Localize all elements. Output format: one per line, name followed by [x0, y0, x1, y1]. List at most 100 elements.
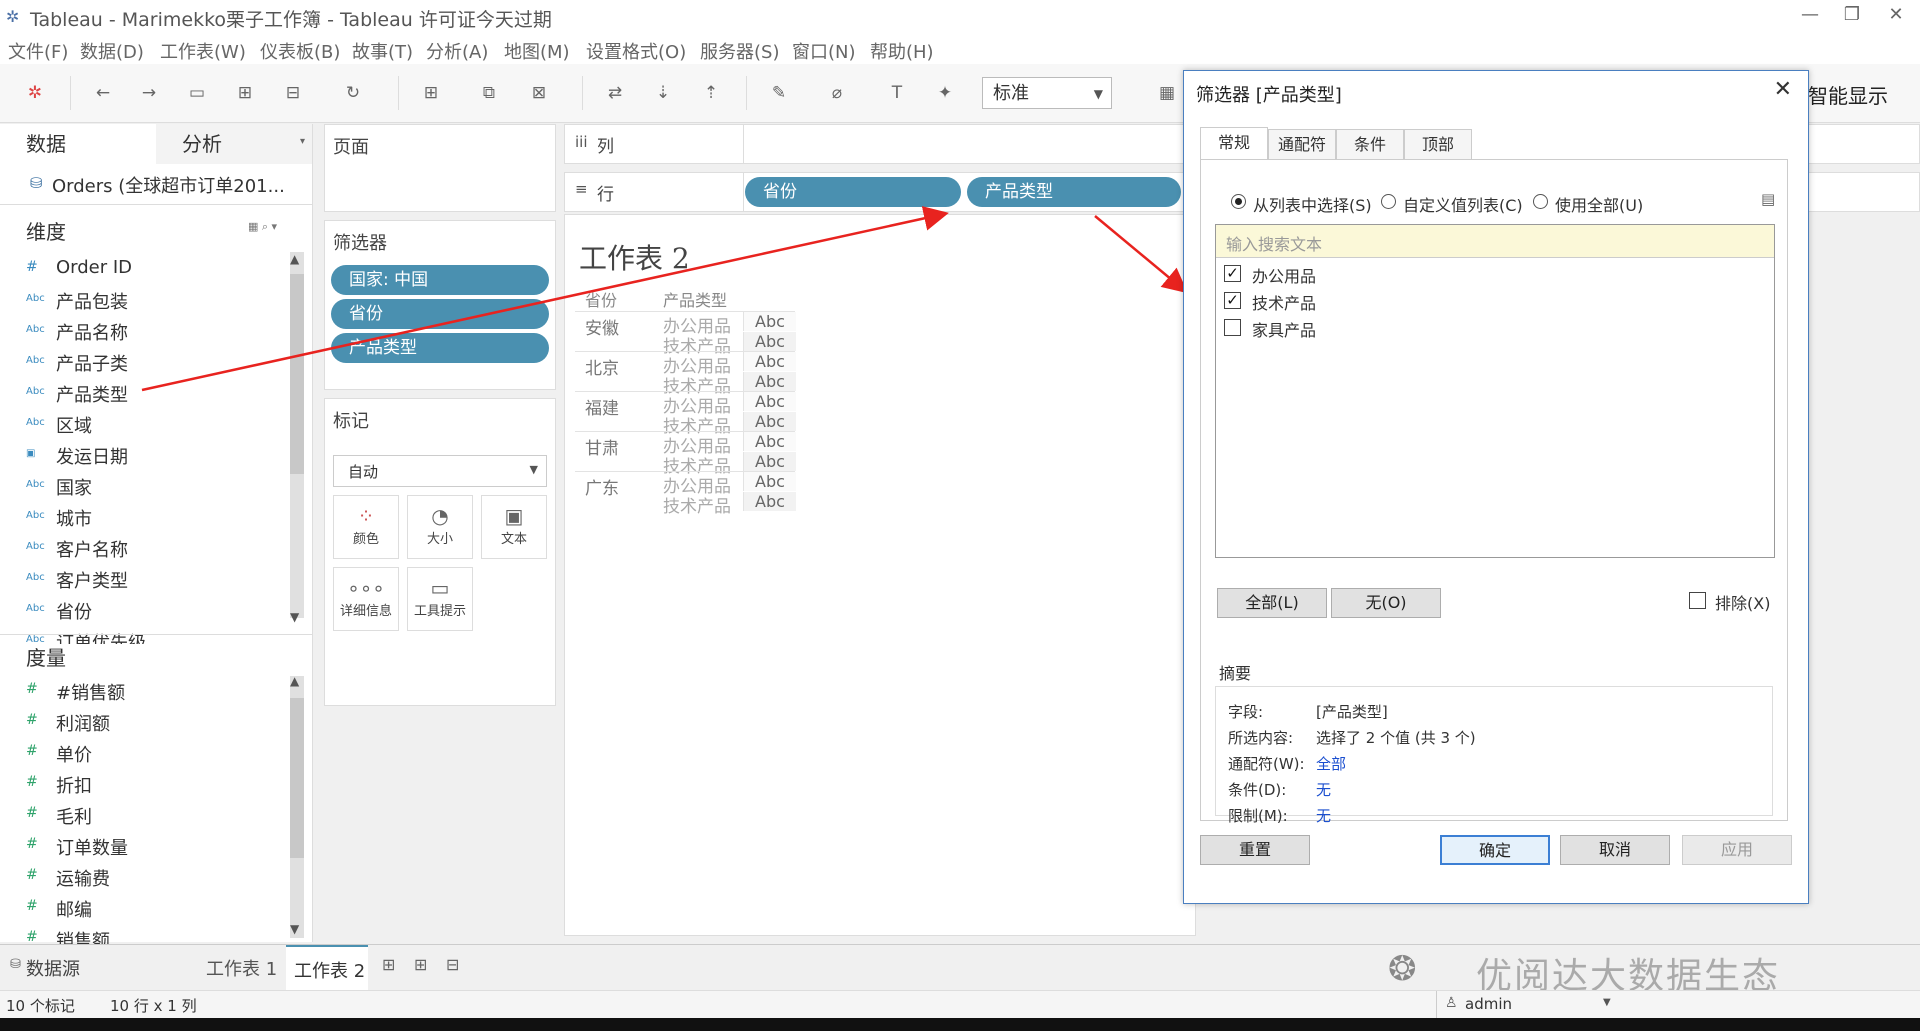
new-story-icon[interactable]: ⊟ [446, 955, 459, 974]
measure-item[interactable]: # 订单数量 [0, 831, 290, 861]
detail-button[interactable]: ∘∘∘ 详细信息 [333, 567, 399, 631]
value-list-item[interactable]: ✓ 办公用品 [1224, 263, 1524, 287]
value-checkbox[interactable] [1224, 319, 1241, 336]
dimension-item[interactable]: Abc 产品类型 [0, 378, 290, 408]
save-icon[interactable]: ▭ [186, 82, 208, 104]
tab-data[interactable]: 数据 [0, 124, 155, 164]
dimension-item[interactable]: # Order ID [0, 254, 290, 284]
text-button[interactable]: ▣ 文本 [481, 495, 547, 559]
reset-button[interactable]: 重置 [1200, 835, 1310, 865]
measure-item[interactable]: # #销售额 [0, 676, 290, 706]
value-list-item[interactable]: 家具产品 [1224, 317, 1524, 341]
restore-icon[interactable]: ❐ [1832, 4, 1872, 30]
filter-pill-province[interactable]: 省份 [331, 299, 549, 329]
table-cell[interactable]: Abc [743, 472, 796, 491]
exclude-label[interactable]: 排除(X) [1715, 590, 1770, 614]
value-checkbox[interactable]: ✓ [1224, 292, 1241, 309]
list-options-icon[interactable]: ▤ [1761, 190, 1775, 208]
pause-updates-icon[interactable]: ⊟ [282, 82, 304, 104]
sort-desc-icon[interactable]: ⇡ [700, 82, 722, 104]
filter-pill-country[interactable]: 国家: 中国 [331, 265, 549, 295]
table-cell[interactable]: Abc [743, 352, 796, 371]
new-dashboard-icon[interactable]: ⊞ [414, 955, 427, 974]
menu-story[interactable]: 故事(T) [352, 38, 413, 64]
measure-item[interactable]: # 运输费 [0, 862, 290, 892]
user-menu[interactable]: ♙ admin ▼ [1436, 991, 1623, 1019]
dimension-item[interactable]: Abc 产品子类 [0, 347, 290, 377]
dimension-item[interactable]: Abc 城市 [0, 502, 290, 532]
value-list-item[interactable]: ✓ 技术产品 [1224, 290, 1524, 314]
tooltip-button[interactable]: ▭ 工具提示 [407, 567, 473, 631]
dimension-item[interactable]: Abc 客户类型 [0, 564, 290, 594]
search-input[interactable]: 输入搜索文本 [1216, 225, 1774, 258]
radio-select-from-list-label[interactable]: 从列表中选择(S) [1253, 192, 1372, 216]
dimensions-scrollbar[interactable] [290, 252, 304, 618]
menu-help[interactable]: 帮助(H) [870, 38, 934, 64]
highlight-icon[interactable]: ✎ [768, 82, 790, 104]
redo-icon[interactable]: → [138, 82, 160, 104]
scroll-down-icon[interactable]: ▼ [290, 922, 299, 936]
table-cell[interactable]: Abc [743, 332, 796, 351]
menu-dashboard[interactable]: 仪表板(B) [260, 38, 340, 64]
apply-button[interactable]: 应用 [1682, 835, 1792, 865]
undo-icon[interactable]: ← [92, 82, 114, 104]
menu-analysis[interactable]: 分析(A) [426, 38, 488, 64]
radio-use-all[interactable] [1533, 194, 1548, 209]
tab-wildcard[interactable]: 通配符 [1268, 129, 1336, 159]
dimension-item[interactable]: Abc 区域 [0, 409, 290, 439]
scroll-up-icon[interactable]: ▲ [290, 252, 299, 266]
mark-type-dropdown[interactable]: 自动 ▼ [333, 455, 547, 487]
measure-item[interactable]: # 利润额 [0, 707, 290, 737]
measure-item[interactable]: # 邮编 [0, 893, 290, 923]
table-cell[interactable]: Abc [743, 432, 796, 451]
new-worksheet-icon[interactable]: ⊞ [382, 955, 395, 974]
dimension-item[interactable]: Abc 产品包装 [0, 285, 290, 315]
clear-sheet-icon[interactable]: ⊠ [528, 82, 550, 104]
menu-window[interactable]: 窗口(N) [792, 38, 856, 64]
dimension-item[interactable]: Abc 国家 [0, 471, 290, 501]
measures-scrollbar[interactable] [290, 676, 304, 938]
table-cell[interactable]: Abc [743, 392, 796, 411]
row-pill-province[interactable]: 省份 [745, 177, 961, 207]
tab-general[interactable]: 常规 [1200, 127, 1268, 159]
value-checkbox[interactable]: ✓ [1224, 265, 1241, 282]
pane-menu-icon[interactable]: ▾ [300, 136, 305, 147]
fit-dropdown[interactable]: 标准 ▼ [982, 77, 1112, 109]
sheet-tab-1[interactable]: 工作表 1 [194, 945, 284, 989]
select-all-button[interactable]: 全部(L) [1217, 588, 1327, 618]
menu-file[interactable]: 文件(F) [8, 38, 68, 64]
exclude-checkbox[interactable] [1689, 592, 1706, 609]
table-cell[interactable]: Abc [743, 312, 796, 331]
dimension-item[interactable]: Abc 省份 [0, 595, 290, 625]
radio-use-all-label[interactable]: 使用全部(U) [1555, 192, 1643, 216]
menu-format[interactable]: 设置格式(O) [586, 38, 686, 64]
tab-analysis[interactable]: 分析 [156, 124, 312, 164]
duplicate-icon[interactable]: ⧉ [478, 82, 500, 104]
radio-custom-list[interactable] [1381, 194, 1396, 209]
table-cell[interactable]: Abc [743, 372, 796, 391]
cancel-button[interactable]: 取消 [1560, 835, 1670, 865]
summary-link[interactable]: 无 [1316, 805, 1331, 826]
menu-data[interactable]: 数据(D) [80, 38, 144, 64]
refresh-icon[interactable]: ↻ [342, 82, 364, 104]
chart-icon[interactable]: ▦ [1156, 82, 1178, 104]
measure-item[interactable]: # 毛利 [0, 800, 290, 830]
ok-button[interactable]: 确定 [1440, 835, 1550, 865]
radio-select-from-list[interactable] [1231, 194, 1246, 209]
measure-item[interactable]: # 单价 [0, 738, 290, 768]
close-icon[interactable]: ✕ [1876, 4, 1916, 30]
datasource-tab[interactable]: 数据源 [26, 955, 80, 981]
radio-custom-list-label[interactable]: 自定义值列表(C) [1403, 192, 1523, 216]
datasource-name[interactable]: Orders (全球超市订单201... [52, 172, 285, 198]
scroll-down-icon[interactable]: ▼ [290, 610, 299, 624]
show-me-button[interactable]: 智能显示 [1808, 80, 1888, 109]
tableau-home-icon[interactable]: ✲ [24, 82, 46, 104]
filter-pill-product-type[interactable]: 产品类型 [331, 333, 549, 363]
summary-link[interactable]: 全部 [1316, 753, 1346, 774]
tab-top[interactable]: 顶部 [1404, 129, 1472, 159]
dimension-item[interactable]: ▣ 发运日期 [0, 440, 290, 470]
group-icon[interactable]: ⌀ [826, 82, 848, 104]
summary-link[interactable]: 无 [1316, 779, 1331, 800]
sort-asc-icon[interactable]: ⇣ [652, 82, 674, 104]
measure-item[interactable]: # 折扣 [0, 769, 290, 799]
